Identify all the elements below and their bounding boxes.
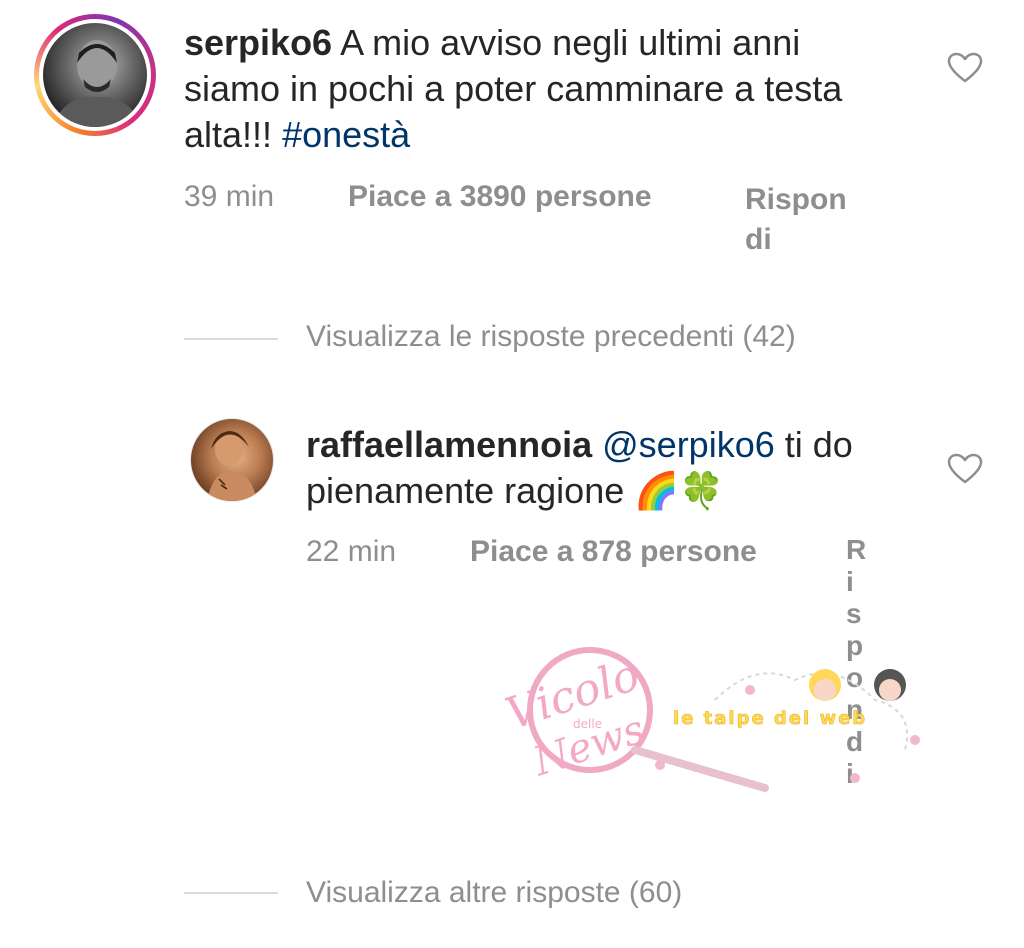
reply-time: 22 min — [306, 535, 397, 568]
reply-text-line1: ti do — [784, 424, 853, 465]
avatar-figure — [53, 40, 141, 127]
reply-label-line2: di — [745, 223, 772, 256]
comment-username[interactable]: serpiko6 — [184, 22, 332, 63]
view-previous-replies[interactable]: Visualizza le risposte precedenti (42) — [306, 320, 796, 354]
watermark-tagline: le talpe del web — [673, 708, 867, 729]
reply-like-heart-icon[interactable] — [947, 453, 983, 485]
reply-likes-count[interactable]: Piace a 878 persone — [470, 535, 757, 569]
reply-avatar-figure — [207, 431, 257, 501]
reply-label-line1: Rispon — [745, 183, 847, 216]
divider-line-bottom — [184, 892, 278, 894]
comment-avatar-ring[interactable] — [34, 14, 156, 136]
reply-mention[interactable]: @serpiko6 — [602, 424, 775, 465]
commenter-avatar — [43, 23, 147, 127]
reply-body: raffaellamennoia @serpiko6 ti do piename… — [306, 422, 926, 515]
reply-text-line2: pienamente ragione — [306, 470, 625, 511]
reply-username[interactable]: raffaellamennoia — [306, 424, 592, 465]
comment-likes-count[interactable]: Piace a 3890 persone — [348, 180, 652, 214]
view-more-replies[interactable]: Visualizza altre risposte (60) — [306, 876, 682, 910]
reply-emoji: 🌈🍀 — [634, 471, 724, 512]
comment-like-heart-icon[interactable] — [947, 52, 983, 84]
divider-line — [184, 338, 278, 340]
comment-reply-button[interactable]: Rispon di — [745, 180, 847, 260]
comment-time: 39 min — [184, 180, 275, 213]
magnifier-handle — [631, 746, 769, 792]
comment-body: serpiko6 A mio avviso negli ultimi anni … — [184, 20, 904, 158]
comment-hashtag[interactable]: #onestà — [282, 114, 410, 155]
reply-avatar[interactable] — [190, 418, 274, 502]
watermark-logo: Vicolo delle News le talpe del web — [500, 647, 920, 792]
